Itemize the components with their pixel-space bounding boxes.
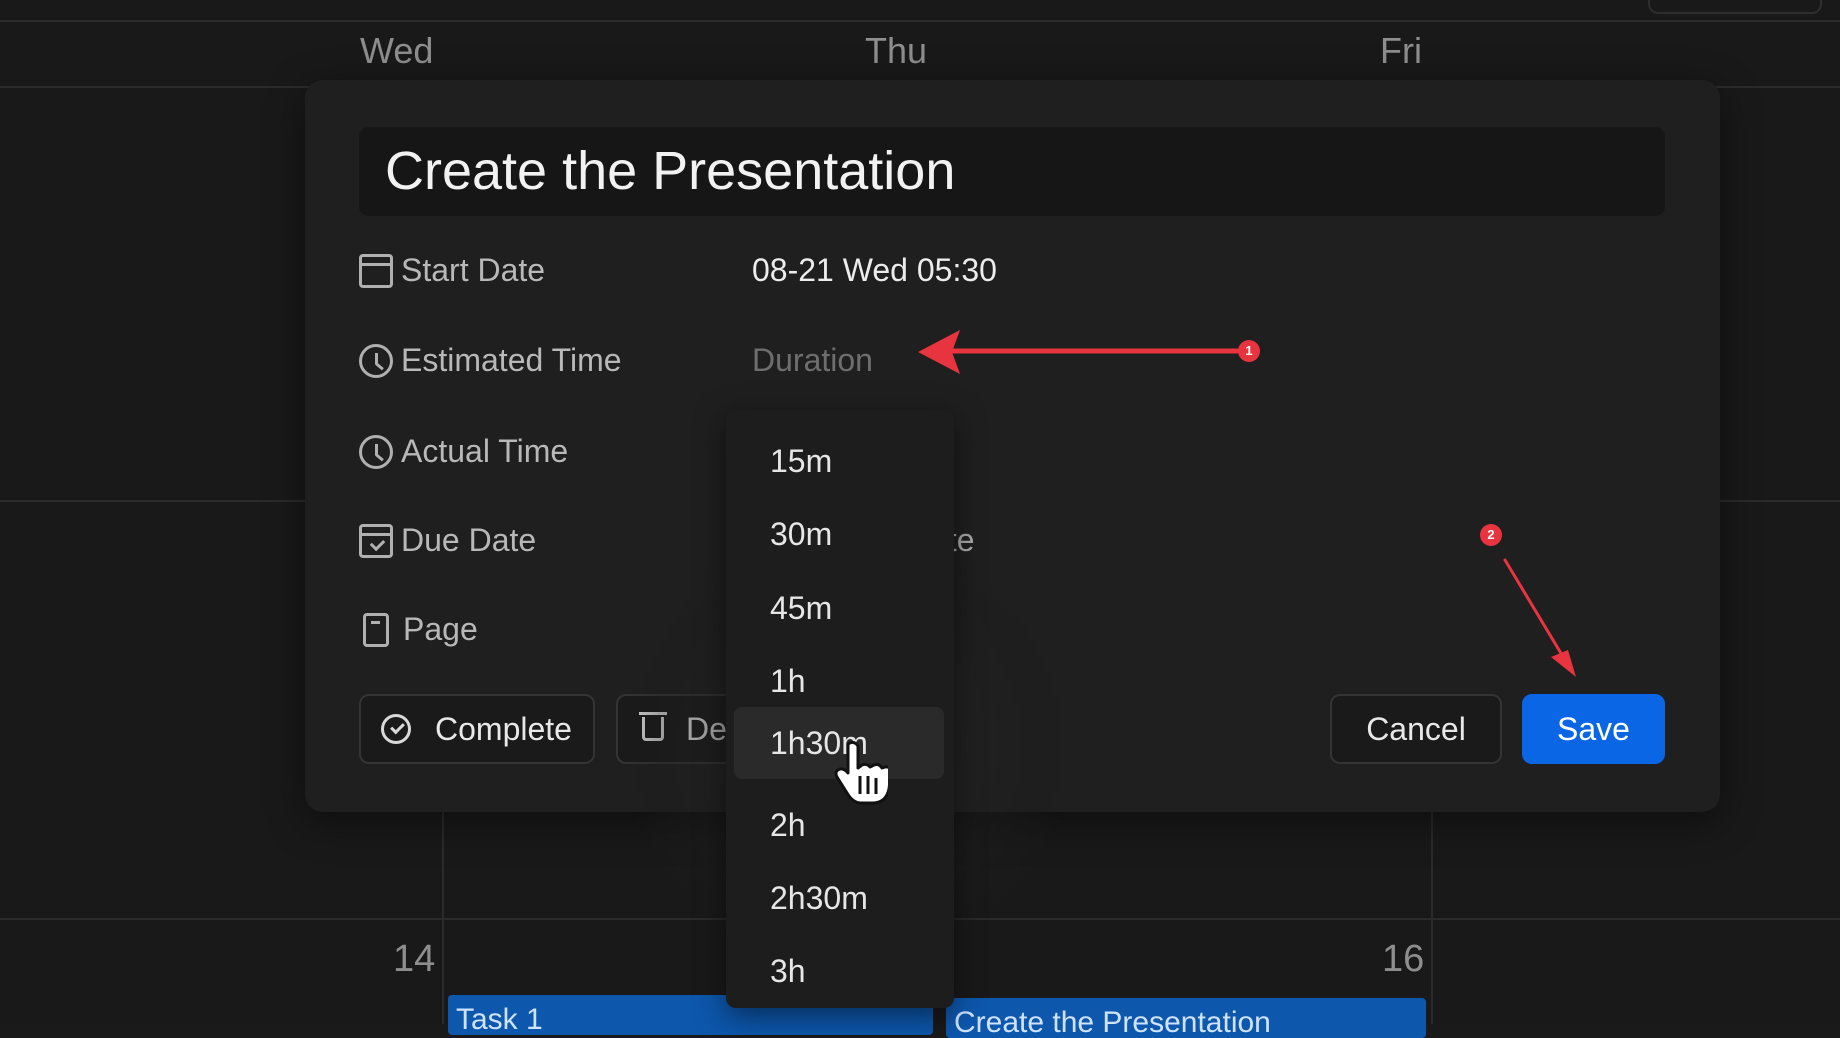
annotation-overlay <box>918 330 1576 677</box>
annotation-badge-2: 2 <box>1480 524 1502 546</box>
annotation-badge-1: 1 <box>1238 340 1260 362</box>
annotation-arrow-2 <box>1503 558 1564 657</box>
arrow-head-icon <box>1551 650 1576 677</box>
